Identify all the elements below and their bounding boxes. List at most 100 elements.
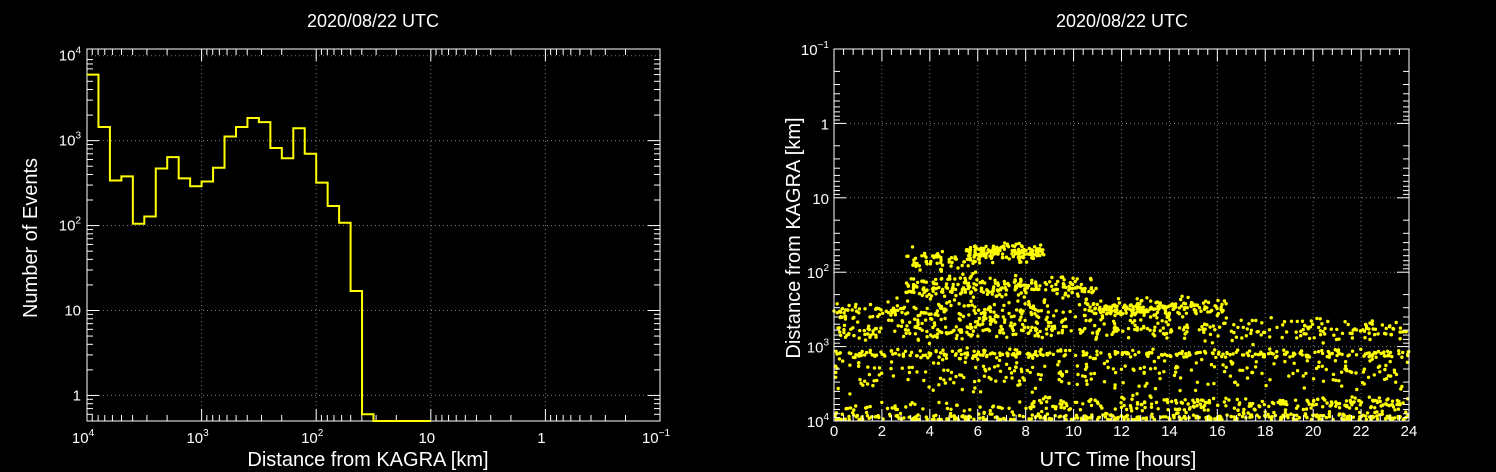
scatter-point	[978, 405, 982, 409]
scatter-point	[1391, 327, 1396, 331]
scatter-point	[996, 289, 1000, 293]
scatter-point	[846, 308, 850, 312]
scatter-point	[1142, 370, 1146, 375]
scatter-point	[1048, 280, 1052, 284]
scatter-point	[973, 386, 977, 390]
scatter-point	[1235, 397, 1240, 402]
scatter-point	[879, 308, 883, 312]
scatter-point	[842, 330, 846, 335]
scatter-point	[1393, 408, 1397, 412]
scatter-point	[903, 349, 908, 353]
scatter-point	[893, 329, 897, 333]
scatter-point	[1116, 328, 1120, 332]
scatter-point	[960, 337, 964, 341]
scatter-point	[1103, 415, 1108, 419]
scatter-point	[1133, 311, 1138, 316]
scatter-point	[936, 252, 940, 256]
scatter-point	[1054, 282, 1058, 287]
scatter-point	[1156, 321, 1160, 325]
scatter-point	[983, 311, 987, 315]
scatter-point	[977, 261, 982, 265]
scatter-point	[854, 415, 858, 419]
scatter-point	[1102, 380, 1107, 384]
scatter-point	[1199, 309, 1203, 313]
scatter-point	[937, 285, 941, 290]
scatter-point	[874, 307, 878, 311]
scatter-point	[1018, 260, 1022, 264]
scatter-point	[890, 309, 894, 313]
scatter-point	[954, 336, 959, 341]
scatter-point	[1153, 325, 1157, 329]
scatter-point	[1145, 296, 1149, 300]
scatter-point	[1126, 417, 1130, 421]
scatter-point	[1216, 352, 1221, 356]
scatter-point	[1339, 370, 1344, 374]
scatter-point	[1033, 352, 1038, 356]
scatter-point	[1367, 331, 1371, 335]
scatter-point	[1135, 406, 1139, 410]
scatter-point	[1337, 413, 1341, 417]
scatter-point	[861, 383, 865, 387]
scatter-point	[1203, 349, 1207, 354]
scatter-point	[908, 353, 912, 358]
left-x-tick-label: 10	[418, 430, 435, 447]
scatter-point	[1013, 278, 1017, 282]
scatter-point	[1401, 350, 1405, 355]
scatter-point	[914, 306, 918, 311]
scatter-point	[1224, 396, 1228, 400]
scatter-point	[1191, 413, 1196, 417]
scatter-point	[1318, 333, 1323, 337]
scatter-point	[934, 277, 938, 282]
scatter-point	[1215, 403, 1220, 407]
scatter-point	[1269, 316, 1273, 320]
scatter-point	[1284, 330, 1289, 334]
scatter-point	[1075, 364, 1080, 368]
scatter-point	[1202, 408, 1207, 412]
scatter-point	[1301, 327, 1305, 332]
scatter-point	[1272, 362, 1276, 366]
scatter-point	[1329, 327, 1334, 331]
scatter-point	[995, 247, 999, 252]
scatter-point	[1089, 372, 1093, 376]
scatter-point	[1038, 243, 1043, 247]
scatter-point	[1267, 404, 1271, 409]
scatter-point	[1105, 412, 1109, 416]
scatter-point	[953, 287, 958, 292]
scatter-point	[1285, 350, 1289, 354]
scatter-point	[1302, 386, 1307, 390]
scatter-point	[939, 277, 943, 281]
scatter-point	[1397, 349, 1401, 353]
scatter-point	[1262, 353, 1267, 358]
scatter-point	[842, 328, 846, 332]
scatter-point	[1009, 371, 1014, 375]
scatter-point	[1018, 284, 1023, 288]
scatter-point	[1056, 279, 1060, 284]
scatter-point	[954, 325, 958, 329]
scatter-point	[1205, 323, 1209, 327]
scatter-point	[989, 251, 993, 255]
scatter-point	[1097, 415, 1102, 419]
scatter-point	[1010, 376, 1014, 380]
scatter-point	[1309, 406, 1313, 410]
scatter-point	[1248, 401, 1252, 406]
scatter-point	[847, 414, 851, 419]
scatter-point	[993, 352, 997, 356]
scatter-point	[1236, 325, 1240, 330]
scatter-point	[911, 277, 916, 281]
scatter-point	[1249, 413, 1254, 417]
scatter-point	[1201, 398, 1205, 403]
scatter-point	[1312, 336, 1316, 340]
scatter-point	[1320, 322, 1324, 326]
scatter-point	[1174, 398, 1178, 403]
scatter-point	[937, 400, 941, 405]
scatter-point	[1075, 277, 1079, 281]
scatter-point	[953, 255, 957, 259]
scatter-point	[1236, 348, 1240, 352]
scatter-point	[1302, 332, 1306, 336]
scatter-point	[912, 317, 917, 321]
scatter-point	[1012, 314, 1016, 318]
scatter-point	[1132, 319, 1137, 323]
scatter-point	[881, 311, 885, 315]
scatter-point	[1137, 350, 1141, 354]
scatter-point	[1337, 406, 1342, 410]
